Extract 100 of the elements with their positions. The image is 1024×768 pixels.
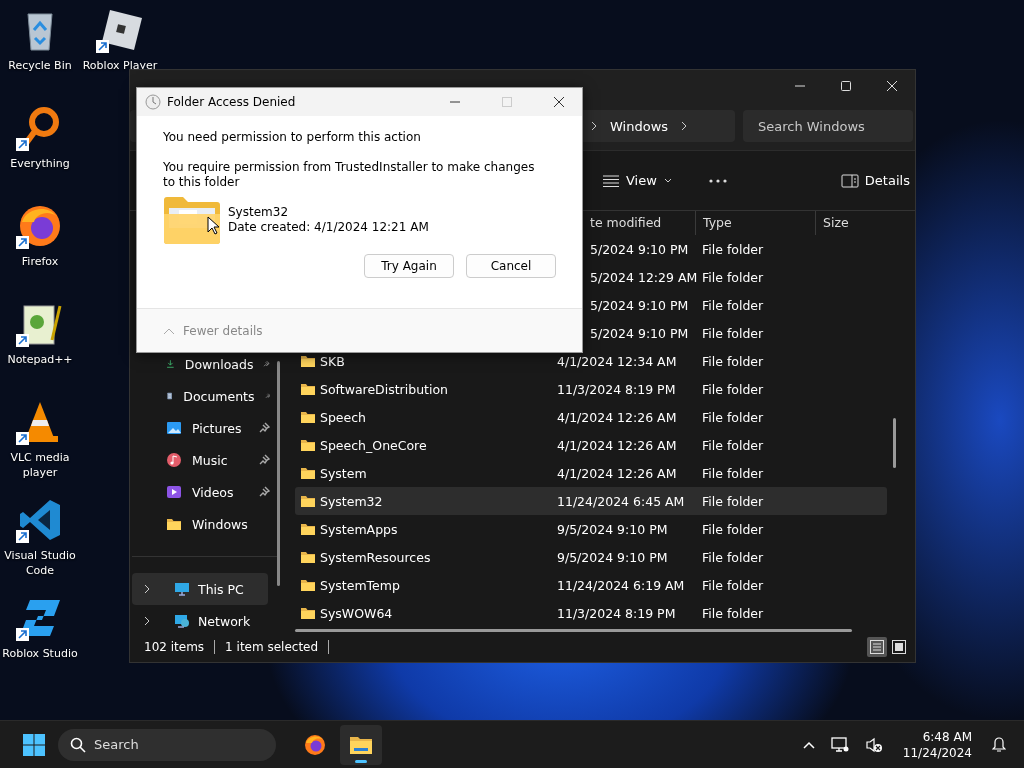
search-icon [70, 736, 86, 753]
nav-item[interactable]: Windows [132, 508, 270, 540]
file-type: File folder [701, 549, 765, 565]
date-modified: 11/24/2024 6:19 AM [556, 577, 686, 593]
chevron-right-icon [680, 121, 689, 131]
folder-icon [166, 516, 182, 532]
desktop-icon-label[interactable]: Notepad++ [0, 352, 80, 367]
nav-item[interactable]: Pictures [132, 412, 270, 444]
muted-speaker-icon [864, 736, 883, 753]
date-modified: 11/3/2024 8:19 PM [556, 381, 677, 397]
folder-icon [300, 605, 316, 621]
selected-row[interactable]: System32 11/24/2024 6:45 AM File folder [295, 487, 887, 515]
file-type: File folder [701, 381, 765, 397]
file-name[interactable]: SystemResources [320, 549, 431, 565]
selection-count: 1 item selected [225, 640, 319, 654]
file-type: File folder [701, 241, 765, 257]
more-icon [708, 178, 727, 183]
try-again-button[interactable]: Try Again [364, 254, 454, 278]
nav-item[interactable]: Music [132, 444, 270, 476]
file-type: File folder [701, 521, 765, 537]
chevron-up-icon [802, 740, 815, 749]
folder-name: System32 [228, 205, 290, 220]
nav-item[interactable]: Network [132, 605, 268, 637]
file-type: File folder [701, 437, 765, 453]
maximize-icon [501, 96, 513, 108]
date-modified: 11/3/2024 8:19 PM [556, 605, 677, 621]
desktop-icon-label[interactable]: Roblox Studio [0, 646, 80, 661]
cancel-button[interactable]: Cancel [466, 254, 556, 278]
file-name[interactable]: SysWOW64 [320, 605, 393, 621]
folder-icon [300, 409, 316, 425]
desktop-icon-label[interactable]: Roblox Player [80, 58, 160, 73]
folder-icon [300, 353, 316, 369]
file-name[interactable]: Speech_OneCore [320, 437, 427, 453]
clock-date: 11/24/2024 [902, 744, 972, 761]
dialog-title: Folder Access Denied [167, 95, 297, 109]
file-name[interactable]: System32 [320, 493, 383, 509]
desktop-icon-label[interactable]: Firefox [0, 254, 80, 269]
date-modified: 5/2024 9:10 PM [589, 297, 690, 313]
taskbar-search-field[interactable]: Search [58, 728, 276, 761]
search-field[interactable]: Search Windows [743, 110, 913, 142]
video-icon [166, 484, 182, 500]
tiles-view-button[interactable] [889, 637, 909, 657]
windows-logo-icon [23, 733, 45, 756]
file-name[interactable]: SKB [320, 353, 345, 369]
date-modified: 4/1/2024 12:34 AM [556, 353, 678, 369]
folder-icon [163, 196, 220, 244]
file-type: File folder [701, 577, 765, 593]
close-icon [886, 80, 898, 92]
date-modified: 4/1/2024 12:26 AM [556, 437, 678, 453]
network-icon [174, 613, 190, 629]
column-header[interactable]: Size [815, 211, 887, 235]
file-name[interactable]: SystemApps [320, 521, 398, 537]
bell-icon [992, 736, 1006, 753]
folder-icon [300, 577, 316, 593]
nav-item[interactable]: Videos [132, 476, 270, 508]
file-name[interactable]: Speech [320, 409, 367, 425]
file-name[interactable]: SystemTemp [320, 577, 400, 593]
maximize-icon [840, 80, 852, 92]
fewer-details-toggle[interactable]: Fewer details [163, 323, 263, 338]
date-modified: 9/5/2024 9:10 PM [556, 549, 669, 565]
desktop-icon-label[interactable]: VLC media player [0, 450, 80, 480]
details-button[interactable]: Details [834, 169, 916, 192]
scrollbar-thumb[interactable] [295, 629, 852, 632]
tile-icon [892, 640, 906, 654]
desktop-icon-label[interactable]: Visual Studio Code [0, 548, 80, 578]
date-modified: 9/5/2024 9:10 PM [556, 521, 669, 537]
file-type: File folder [701, 353, 765, 369]
nav-item[interactable]: This PC [132, 573, 268, 605]
close-icon [553, 96, 565, 108]
desktop-icon-label[interactable]: Recycle Bin [0, 58, 80, 73]
folder-icon [300, 521, 316, 537]
scrollbar-thumb[interactable] [277, 361, 280, 586]
folder-icon [300, 493, 316, 509]
date-modified: 4/1/2024 12:26 AM [556, 409, 678, 425]
dialog-message: You require permission from TrustedInstaller to make changes to this folder [163, 160, 536, 190]
chevron-right-icon [590, 121, 598, 131]
date-modified: 5/2024 12:29 AM [589, 269, 695, 285]
date-modified: 11/24/2024 6:45 AM [556, 493, 686, 509]
clock-time: 6:48 AM [921, 728, 972, 745]
clock[interactable]: 6:48 AM 11/24/2024 [902, 728, 972, 761]
folder-icon [300, 549, 316, 565]
chevron-up-icon [163, 326, 175, 335]
file-type: File folder [701, 493, 765, 509]
desktop-icon-label[interactable]: Everything [0, 156, 80, 171]
file-name[interactable]: SoftwareDistribution [320, 381, 449, 397]
folder-icon [300, 465, 316, 481]
view-button[interactable]: View [596, 169, 679, 192]
file-type: File folder [701, 269, 765, 285]
column-header[interactable]: Type [695, 211, 815, 235]
details-view-button[interactable] [867, 637, 887, 657]
clock-icon [145, 94, 161, 110]
taskbar-app-button[interactable] [340, 724, 382, 765]
monitor-icon [830, 736, 849, 753]
lines-icon [602, 173, 620, 188]
nav-item[interactable]: Documents [132, 380, 270, 412]
breadcrumb[interactable]: Windows [610, 118, 669, 134]
firefox-icon [303, 732, 327, 757]
item-count: 102 items [144, 640, 205, 654]
file-name[interactable]: System [320, 465, 367, 481]
scrollbar-thumb[interactable] [893, 418, 896, 468]
